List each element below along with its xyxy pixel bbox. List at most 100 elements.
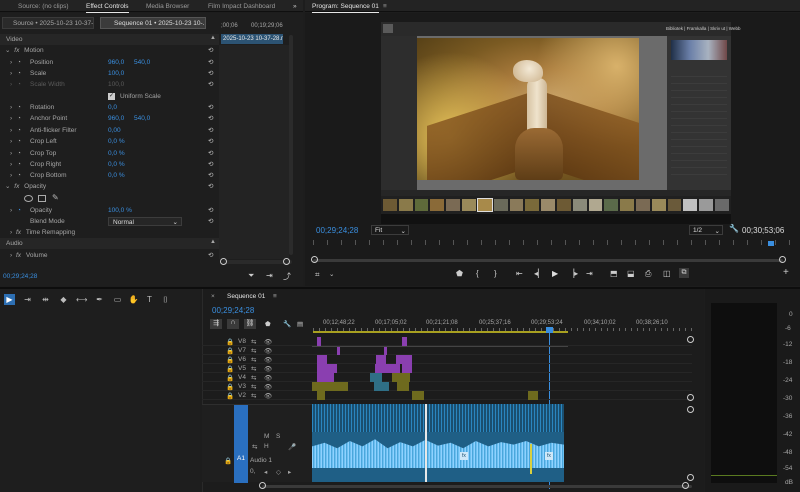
work-area-bar[interactable] xyxy=(313,331,568,333)
resolution-dropdown[interactable]: 1/2 ⌄ xyxy=(689,225,723,235)
uniform-scale-checkbox[interactable]: ✓ xyxy=(108,93,115,100)
position-x-value[interactable]: 960,0 xyxy=(108,57,124,68)
zoom-handle-left[interactable] xyxy=(311,256,318,263)
anchor-x-value[interactable]: 960,0 xyxy=(108,113,124,124)
zoom-handle-right[interactable] xyxy=(779,256,786,263)
timeline-horizontal-scroll[interactable] xyxy=(262,485,692,488)
video-clip[interactable] xyxy=(317,364,337,373)
slip-tool-icon[interactable]: ⟷ xyxy=(76,294,87,305)
program-timecode[interactable]: 00;29;24;28 xyxy=(316,226,358,235)
chevron-right-icon[interactable]: › xyxy=(10,172,12,179)
scroll-handle-right[interactable] xyxy=(682,482,689,489)
crop-left-value[interactable]: 0,0 % xyxy=(108,136,125,147)
program-menu-icon[interactable]: ≡ xyxy=(383,3,387,10)
lock-icon[interactable]: 🔒 xyxy=(226,383,234,391)
eye-icon[interactable]: 👁 xyxy=(264,374,272,382)
stopwatch-icon[interactable]: ◔ xyxy=(17,115,21,122)
multicam-icon[interactable]: ⧉ xyxy=(679,268,689,278)
chevron-right-icon[interactable]: › xyxy=(10,138,12,145)
insert-icon[interactable]: ⬒ xyxy=(610,269,618,278)
lock-icon[interactable]: 🔒 xyxy=(226,356,234,364)
mute-button[interactable]: M xyxy=(264,433,269,440)
video-clip[interactable] xyxy=(317,337,321,346)
fit-dropdown[interactable]: Fit ⌄ xyxy=(371,225,409,235)
video-track-scroll-handle[interactable] xyxy=(687,394,694,401)
stopwatch-icon[interactable]: ◔ xyxy=(17,127,21,134)
chevron-right-icon[interactable]: › xyxy=(10,161,12,168)
step-forward-icon[interactable]: ▕▸ xyxy=(568,269,578,278)
opacity-section-row[interactable]: ⌄ fx Opacity xyxy=(0,181,219,192)
solo-button[interactable]: S xyxy=(276,433,280,440)
reset-icon[interactable]: ⟲ xyxy=(208,137,213,145)
captions-icon[interactable]: ▤ xyxy=(297,320,303,328)
video-clip[interactable] xyxy=(375,364,400,373)
video-track-scroll-handle[interactable] xyxy=(687,336,694,343)
ellipse-mask-icon[interactable] xyxy=(24,195,33,202)
ec-clip-bar[interactable]: 2025-10-23 10-37-28.m xyxy=(221,34,283,44)
stopwatch-icon[interactable]: ◔ xyxy=(17,59,21,66)
go-to-in-icon[interactable]: ⇤ xyxy=(516,269,523,278)
video-clip[interactable] xyxy=(402,364,412,373)
eye-icon[interactable]: 👁 xyxy=(264,356,272,364)
filter-icon[interactable]: ⏷ xyxy=(248,271,254,281)
playhead-handle[interactable] xyxy=(546,327,553,333)
tab-program[interactable]: Program: Sequence 01 xyxy=(312,3,379,13)
sync-lock-icon[interactable]: ⇆ xyxy=(252,443,257,451)
chevron-down-icon[interactable]: ⌄ xyxy=(329,270,334,278)
add-keyframe-icon[interactable]: ◇ xyxy=(276,468,281,476)
go-to-out-icon[interactable]: ⇥ xyxy=(586,269,593,278)
track-label[interactable]: V4 xyxy=(238,374,246,381)
ec-timecode[interactable]: 00;29;24;28 xyxy=(3,273,37,280)
anti-flicker-value[interactable]: 0,00 xyxy=(108,125,121,136)
timeline-timecode[interactable]: 00;29;24;28 xyxy=(212,306,254,315)
reset-icon[interactable]: ⟲ xyxy=(208,69,213,77)
video-clip[interactable] xyxy=(337,346,340,355)
motion-row[interactable]: ⌄ fx Motion xyxy=(0,45,219,56)
reset-icon[interactable]: ⟲ xyxy=(208,80,213,88)
track-label[interactable]: V6 xyxy=(238,356,246,363)
position-y-value[interactable]: 540,0 xyxy=(134,57,150,68)
rotation-value[interactable]: 0,0 xyxy=(108,102,117,113)
sequence-menu-icon[interactable]: ≡ xyxy=(273,293,277,300)
reset-icon[interactable]: ⟲ xyxy=(208,114,213,122)
prev-keyframe-icon[interactable]: ◂ xyxy=(264,468,267,476)
ripple-edit-icon[interactable]: ⇹ xyxy=(40,294,51,305)
overwrite-icon[interactable]: ⬓ xyxy=(627,269,635,278)
rectangle-tool-icon[interactable]: ▭ xyxy=(112,294,123,305)
track-label[interactable]: V2 xyxy=(238,392,246,399)
track-label[interactable]: V7 xyxy=(238,347,246,354)
reset-icon[interactable]: ⟲ xyxy=(208,126,213,134)
play-icon[interactable]: ▶ xyxy=(552,269,558,278)
stopwatch-icon[interactable]: ◔ xyxy=(17,150,21,157)
comparison-view-icon[interactable]: ◫ xyxy=(663,269,671,278)
sequence-clip-selector[interactable]: Sequence 01 • 2025-10-23 10-... xyxy=(100,17,206,29)
video-clip[interactable] xyxy=(376,355,386,364)
video-clip[interactable] xyxy=(317,355,327,364)
solo-header-h[interactable]: H xyxy=(264,443,269,450)
ec-zoom-scroll[interactable] xyxy=(222,260,292,264)
scale-value[interactable]: 100,0 xyxy=(108,68,124,79)
selection-tool-icon[interactable]: ▶ xyxy=(4,294,15,305)
video-clip[interactable] xyxy=(317,373,334,382)
video-clip[interactable] xyxy=(317,391,325,400)
edit-point-marker[interactable] xyxy=(530,444,532,474)
crop-top-value[interactable]: 0,0 % xyxy=(108,148,125,159)
step-back-icon[interactable]: ◂▏ xyxy=(534,269,544,278)
reset-icon[interactable]: ⟲ xyxy=(208,206,213,214)
mark-out-icon[interactable]: } xyxy=(494,269,497,278)
eye-icon[interactable]: 👁 xyxy=(264,392,272,400)
program-ruler[interactable] xyxy=(313,240,791,245)
stopwatch-icon[interactable]: ◔ xyxy=(17,172,21,179)
time-remap-row[interactable]: › fx Time Remapping xyxy=(0,227,219,238)
reset-motion-icon[interactable]: ⟲ xyxy=(208,46,213,54)
export-icon[interactable]: ⤴ xyxy=(283,271,291,282)
stopwatch-icon[interactable]: ◔ xyxy=(17,104,21,111)
stopwatch-icon[interactable]: ◔ xyxy=(17,161,21,168)
reset-icon[interactable]: ⟲ xyxy=(208,103,213,111)
export-frame-icon[interactable]: ⎙ xyxy=(645,269,651,279)
settings-wrench-icon[interactable]: 🔧 xyxy=(729,224,739,233)
more-tabs-icon[interactable]: » xyxy=(293,3,297,10)
sync-lock-icon[interactable]: ⇆ xyxy=(251,392,256,400)
sync-lock-icon[interactable]: ⇆ xyxy=(251,374,256,382)
type-tool-icon[interactable]: T xyxy=(144,294,155,305)
